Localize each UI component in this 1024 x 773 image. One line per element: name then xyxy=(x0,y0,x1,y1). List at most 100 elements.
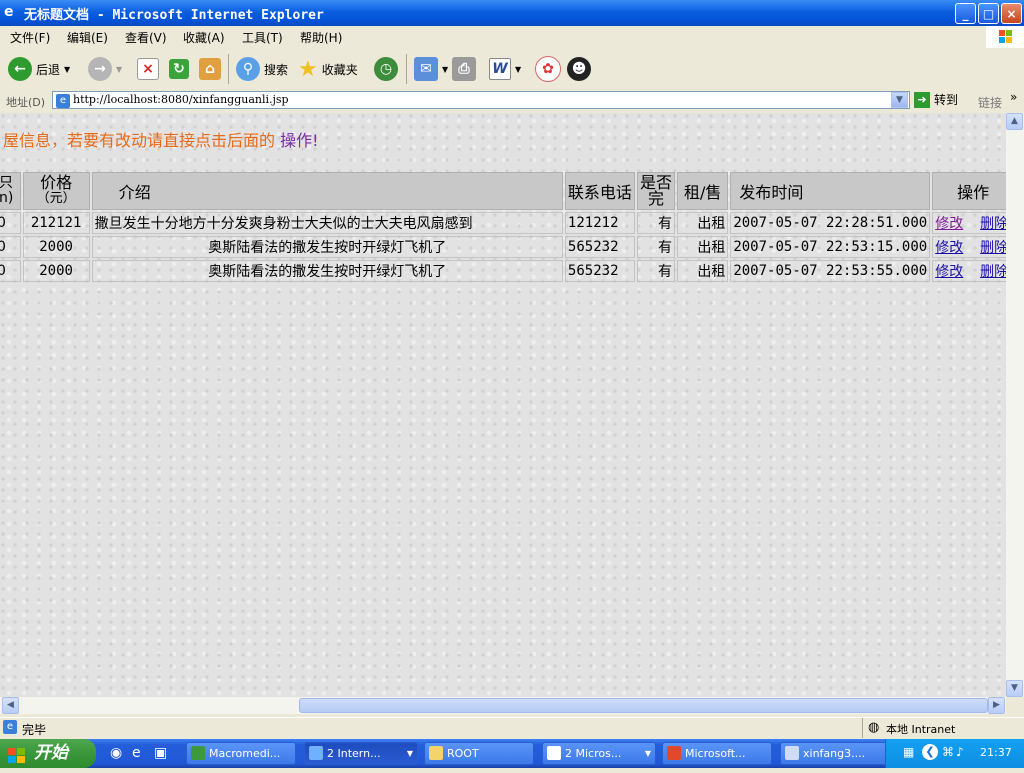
header-complete: 是否 完 xyxy=(636,172,675,210)
home-button[interactable]: ⌂ xyxy=(199,55,221,83)
scroll-left-icon[interactable]: ◀ xyxy=(2,697,19,714)
header-price-line2: （元） xyxy=(36,191,76,206)
task-label: 2 Intern... xyxy=(327,747,381,760)
task-label: ROOT xyxy=(447,747,479,760)
menu-edit[interactable]: 编辑(E) xyxy=(67,29,108,46)
scroll-right-icon[interactable]: ▶ xyxy=(988,697,1005,714)
delete-link[interactable]: 删除 xyxy=(980,240,1008,256)
task-microsoft[interactable]: Microsoft... xyxy=(662,742,772,765)
windows-logo-icon xyxy=(986,26,1024,48)
cell-actions: 修改 删除 xyxy=(932,260,1014,282)
history-button[interactable]: ◷ xyxy=(374,55,398,83)
dreamweaver-icon xyxy=(191,746,205,760)
cell-area: 0 xyxy=(0,212,21,234)
word-icon: W xyxy=(489,58,511,80)
network-icon[interactable]: ⌘ xyxy=(942,745,954,759)
task-xinfang[interactable]: xinfang3.... xyxy=(780,742,890,765)
address-dropdown-icon[interactable]: ▼ xyxy=(891,92,908,108)
address-input[interactable]: http://localhost:8080/xinfangguanli.jsp xyxy=(52,91,910,109)
chevron-down-icon: ▼ xyxy=(644,749,651,758)
history-icon: ◷ xyxy=(374,57,398,81)
task-label: Microsoft... xyxy=(685,747,746,760)
notice-operation: 操作! xyxy=(280,131,319,150)
show-desktop-icon[interactable]: ▣ xyxy=(154,745,167,761)
task-macromedia[interactable]: Macromedi... xyxy=(186,742,296,765)
intranet-globe-icon: ◍ xyxy=(868,720,880,735)
chevron-down-icon: ▼ xyxy=(515,64,522,74)
stop-icon: × xyxy=(137,58,159,80)
horizontal-scroll-thumb[interactable] xyxy=(299,698,988,713)
go-label: 转到 xyxy=(934,93,959,107)
home-icon: ⌂ xyxy=(199,58,221,80)
search-button[interactable]: ⚲ 搜索 xyxy=(236,55,288,83)
delete-link[interactable]: 删除 xyxy=(980,264,1008,280)
cell-time: 2007-05-07 22:53:55.000 xyxy=(730,260,931,282)
task-root-folder[interactable]: ROOT xyxy=(424,742,534,765)
print-button[interactable]: ⎙ xyxy=(452,55,476,83)
edit-link[interactable]: 修改 xyxy=(935,240,963,256)
clock[interactable]: 21:37 xyxy=(980,746,1012,759)
scroll-down-icon[interactable]: ▼ xyxy=(1006,680,1023,697)
start-button[interactable]: 开始 xyxy=(0,739,96,768)
table-header: 只 n) 价格 （元） 介绍 联系电话 是否 完 租/售 发布时间 操作 xyxy=(0,172,1014,210)
menu-favorites[interactable]: 收藏(A) xyxy=(183,29,225,46)
chevron-down-icon: ▼ xyxy=(116,64,123,74)
zone-text: 本地 Intranet xyxy=(886,723,956,736)
cell-phone: 121212 xyxy=(564,212,635,234)
volume-icon[interactable]: ♪ xyxy=(956,745,964,759)
header-area-line2: n) xyxy=(0,190,14,206)
go-button[interactable]: ➜ 转到 xyxy=(914,91,958,108)
input-method-icon[interactable]: ▦ xyxy=(903,745,914,759)
edit-link[interactable]: 修改 xyxy=(935,264,963,280)
ie-quicklaunch-icon[interactable]: e xyxy=(132,745,141,761)
favorites-button[interactable]: ★ 收藏夹 xyxy=(298,55,358,83)
cell-type: 出租 xyxy=(676,236,729,258)
vertical-scrollbar[interactable]: ▲ ▼ xyxy=(1006,113,1024,697)
search-label: 搜索 xyxy=(264,62,289,77)
cell-intro: 奥斯陆看法的撒发生按时开绿灯飞机了 xyxy=(91,260,563,282)
back-arrow-icon: ← xyxy=(8,57,32,81)
task-internet-explorer[interactable]: 2 Intern... ▼ xyxy=(304,742,418,765)
task-microsoft-word[interactable]: 2 Micros... ▼ xyxy=(542,742,656,765)
menu-file[interactable]: 文件(F) xyxy=(10,29,50,46)
qq-button[interactable]: ☻ xyxy=(567,55,591,83)
header-time: 发布时间 xyxy=(730,172,931,210)
header-area-line1: 只 xyxy=(0,175,13,191)
chevron-right-icon[interactable]: » xyxy=(1010,90,1017,104)
cell-complete: 有 xyxy=(636,212,675,234)
back-label: 后退 xyxy=(36,62,61,77)
menu-help[interactable]: 帮助(H) xyxy=(300,29,342,46)
cell-price: 2000 xyxy=(22,260,90,282)
media-player-icon[interactable]: ◉ xyxy=(110,745,122,761)
mail-button[interactable]: ✉ ▼ xyxy=(414,55,448,83)
scroll-up-icon[interactable]: ▲ xyxy=(1006,113,1023,130)
cell-type: 出租 xyxy=(676,212,729,234)
edit-link[interactable]: 修改 xyxy=(935,216,963,232)
edit-word-button[interactable]: W ▼ xyxy=(489,55,521,83)
window-title: 无标题文档 - Microsoft Internet Explorer xyxy=(24,8,324,23)
page-done-icon: e xyxy=(3,720,17,734)
header-price: 价格 （元） xyxy=(22,172,90,210)
stop-button[interactable]: × xyxy=(137,55,159,83)
menu-view[interactable]: 查看(V) xyxy=(125,29,167,46)
minimize-button[interactable]: _ xyxy=(955,3,976,24)
folder-icon xyxy=(429,746,443,760)
task-label: xinfang3.... xyxy=(803,747,866,760)
cell-actions: 修改 删除 xyxy=(932,212,1014,234)
refresh-button[interactable]: ↻ xyxy=(169,55,189,83)
forward-arrow-icon: → xyxy=(88,57,112,81)
header-intro: 介绍 xyxy=(91,172,563,210)
tray-collapse-icon[interactable]: ❮ xyxy=(922,744,938,760)
separator xyxy=(862,718,863,738)
close-button[interactable]: × xyxy=(1001,3,1022,24)
menu-tools[interactable]: 工具(T) xyxy=(242,29,283,46)
back-button[interactable]: ← 后退 ▼ xyxy=(8,55,70,83)
table-row: 0 2000 奥斯陆看法的撒发生按时开绿灯飞机了 565232 有 出租 200… xyxy=(0,260,1014,282)
ie-icon xyxy=(309,746,323,760)
maximize-button[interactable]: □ xyxy=(978,3,999,24)
links-button[interactable]: 链接 xyxy=(978,94,1002,111)
forward-button[interactable]: → ▼ xyxy=(88,55,122,83)
hello-kitty-button[interactable]: ✿ xyxy=(535,55,561,83)
delete-link[interactable]: 删除 xyxy=(980,216,1008,232)
title-bar: e 无标题文档 - Microsoft Internet Explorer _ … xyxy=(0,0,1024,26)
